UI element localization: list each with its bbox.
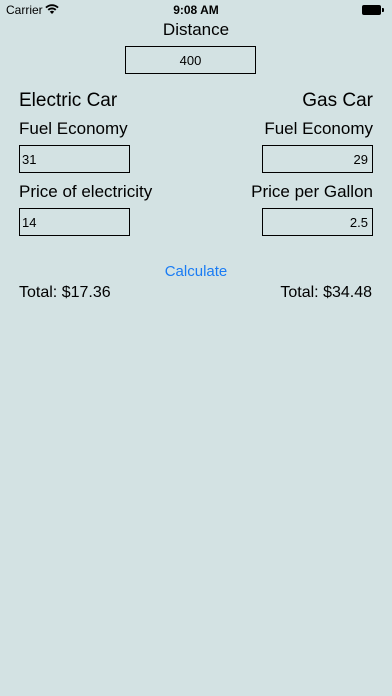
gas-fuel-economy-label: Fuel Economy (264, 119, 373, 138)
electric-fuel-economy-input[interactable] (19, 145, 130, 173)
electricity-price-input[interactable] (19, 208, 130, 236)
electric-total: Total: $17.36 (19, 284, 111, 301)
gas-fuel-economy-input[interactable] (262, 145, 373, 173)
electric-car-heading: Electric Car (19, 90, 118, 111)
clock-time: 9:08 AM (173, 3, 219, 17)
battery-icon (362, 5, 384, 15)
distance-label: Distance (162, 20, 230, 39)
gas-total: Total: $34.48 (280, 284, 372, 301)
electricity-price-label: Price of electricity (19, 182, 153, 201)
gas-price-label: Price per Gallon (251, 182, 373, 201)
electric-fuel-economy-label: Fuel Economy (19, 119, 128, 138)
gas-car-heading: Gas Car (302, 90, 373, 111)
calculate-button[interactable]: Calculate (0, 263, 392, 280)
gas-price-input[interactable] (262, 208, 373, 236)
status-bar: Carrier 9:08 AM (0, 0, 392, 20)
distance-input[interactable] (125, 46, 256, 74)
